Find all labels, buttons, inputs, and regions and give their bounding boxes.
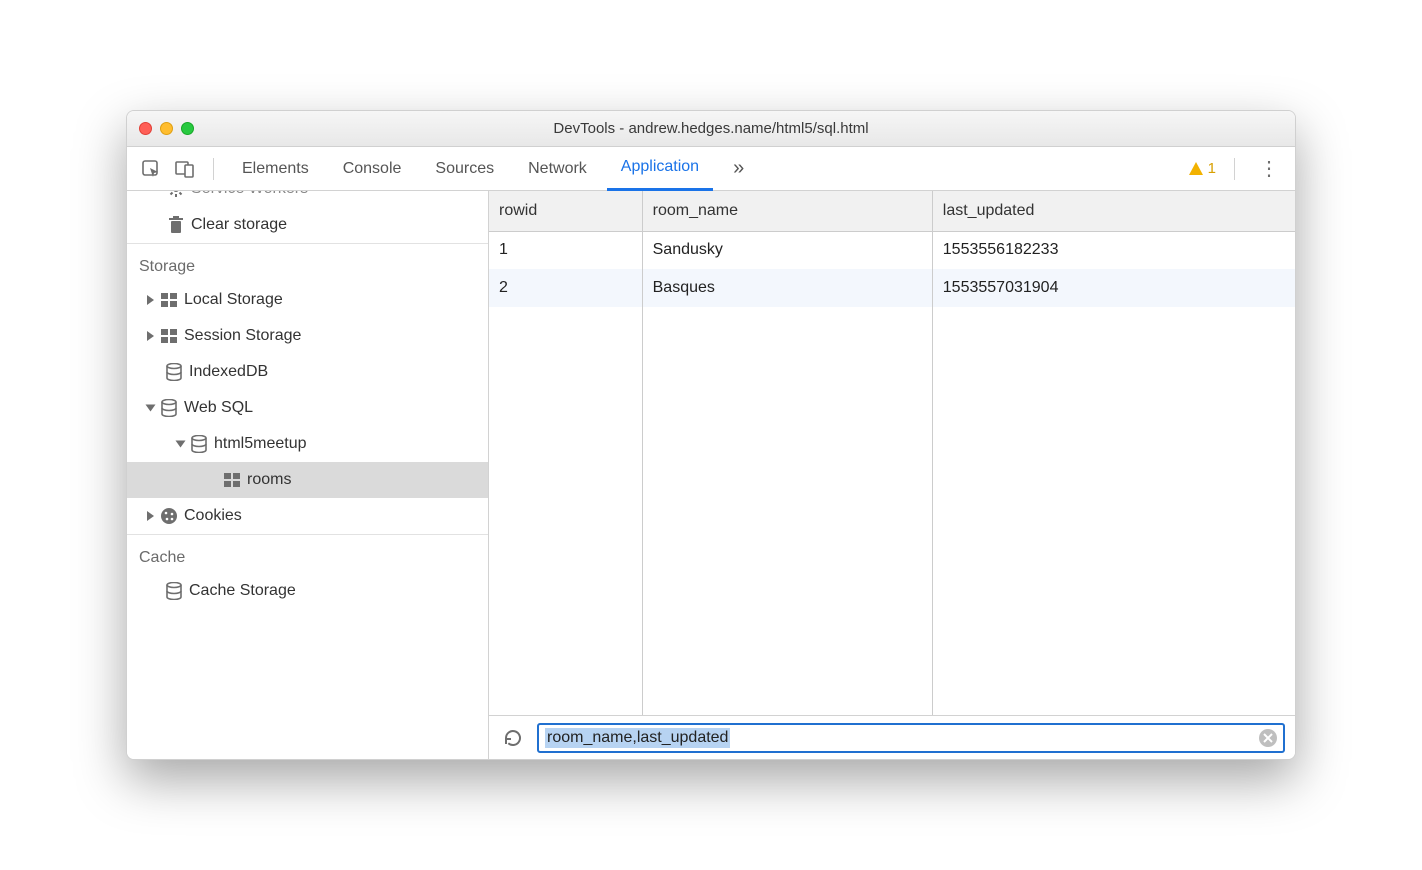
collapse-icon xyxy=(176,441,186,448)
sidebar-item-cookies[interactable]: Cookies xyxy=(127,498,488,534)
section-storage: Storage xyxy=(127,243,488,282)
cell: Basques xyxy=(642,269,932,307)
titlebar: DevTools - andrew.hedges.name/html5/sql.… xyxy=(127,111,1295,147)
table-row[interactable]: 2 Basques 1553557031904 xyxy=(489,269,1295,307)
database-icon xyxy=(165,363,183,381)
query-text: room_name,last_updated xyxy=(545,728,730,748)
sidebar-item-clear-storage[interactable]: Clear storage xyxy=(127,207,488,243)
grid-icon xyxy=(160,291,178,309)
query-input[interactable]: room_name,last_updated xyxy=(537,723,1285,753)
column-header[interactable]: rowid xyxy=(489,191,642,231)
expand-icon xyxy=(147,295,154,305)
tab-sources[interactable]: Sources xyxy=(421,147,508,191)
sidebar-item-database[interactable]: html5meetup xyxy=(127,426,488,462)
database-icon xyxy=(165,582,183,600)
expand-icon xyxy=(147,331,154,341)
database-icon xyxy=(190,435,208,453)
grid-icon xyxy=(160,327,178,345)
sidebar-item-table-rooms[interactable]: rooms xyxy=(127,462,488,498)
gear-icon xyxy=(167,191,185,198)
tab-network[interactable]: Network xyxy=(514,147,601,191)
sidebar-item-service-workers[interactable]: Service Workers xyxy=(127,191,488,207)
grid-fill xyxy=(489,307,1295,715)
grid-icon xyxy=(223,471,241,489)
data-grid: rowid room_name last_updated 1 Sandusky … xyxy=(489,191,1295,715)
devtools-tabbar: Elements Console Sources Network Applica… xyxy=(127,147,1295,191)
traffic-lights xyxy=(139,122,194,135)
database-icon xyxy=(160,399,178,417)
panel-body: Service Workers Clear storage Storage Lo… xyxy=(127,191,1295,759)
cell: 1553556182233 xyxy=(932,231,1295,269)
tab-application[interactable]: Application xyxy=(607,147,713,191)
trash-icon xyxy=(167,216,185,234)
cell: 1553557031904 xyxy=(932,269,1295,307)
inspect-icon[interactable] xyxy=(137,155,165,183)
table-row[interactable]: 1 Sandusky 1553556182233 xyxy=(489,231,1295,269)
tab-more[interactable]: » xyxy=(719,147,758,191)
collapse-icon xyxy=(146,405,156,412)
cell: 1 xyxy=(489,231,642,269)
data-table: rowid room_name last_updated 1 Sandusky … xyxy=(489,191,1295,307)
devtools-window: DevTools - andrew.hedges.name/html5/sql.… xyxy=(126,110,1296,760)
column-header[interactable]: room_name xyxy=(642,191,932,231)
warning-count: 1 xyxy=(1208,160,1216,177)
tab-console[interactable]: Console xyxy=(329,147,416,191)
warning-badge[interactable]: 1 xyxy=(1188,160,1216,177)
sidebar-item-cache-storage[interactable]: Cache Storage xyxy=(127,573,488,609)
query-footer: room_name,last_updated xyxy=(489,715,1295,759)
column-header[interactable]: last_updated xyxy=(932,191,1295,231)
minimize-window-button[interactable] xyxy=(160,122,173,135)
separator xyxy=(1234,158,1235,180)
cell: Sandusky xyxy=(642,231,932,269)
separator xyxy=(213,158,214,180)
cell: 2 xyxy=(489,269,642,307)
application-sidebar: Service Workers Clear storage Storage Lo… xyxy=(127,191,489,759)
sidebar-item-session-storage[interactable]: Session Storage xyxy=(127,318,488,354)
expand-icon xyxy=(147,511,154,521)
device-toggle-icon[interactable] xyxy=(171,155,199,183)
tab-elements[interactable]: Elements xyxy=(228,147,323,191)
table-panel: rowid room_name last_updated 1 Sandusky … xyxy=(489,191,1295,759)
kebab-menu-icon[interactable]: ⋮ xyxy=(1253,156,1285,181)
window-title: DevTools - andrew.hedges.name/html5/sql.… xyxy=(127,120,1295,137)
close-window-button[interactable] xyxy=(139,122,152,135)
sidebar-item-indexeddb[interactable]: IndexedDB xyxy=(127,354,488,390)
clear-input-icon[interactable] xyxy=(1259,729,1277,747)
refresh-icon[interactable] xyxy=(499,724,527,752)
sidebar-item-local-storage[interactable]: Local Storage xyxy=(127,282,488,318)
zoom-window-button[interactable] xyxy=(181,122,194,135)
sidebar-item-web-sql[interactable]: Web SQL xyxy=(127,390,488,426)
cookie-icon xyxy=(160,507,178,525)
section-cache: Cache xyxy=(127,534,488,573)
